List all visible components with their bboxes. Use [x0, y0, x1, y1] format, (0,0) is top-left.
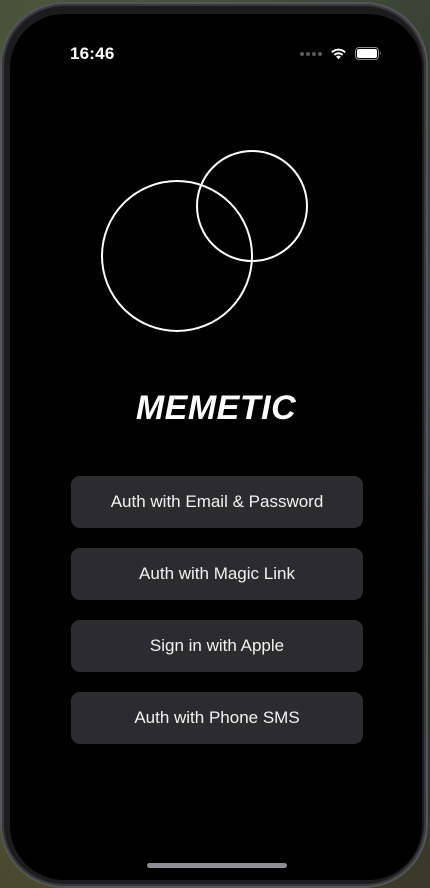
- auth-button-list: Auth with Email & Password Auth with Mag…: [71, 476, 363, 764]
- auth-phone-sms-button[interactable]: Auth with Phone SMS: [71, 692, 363, 744]
- auth-magic-link-button[interactable]: Auth with Magic Link: [71, 548, 363, 600]
- app-title: MEMETIC: [135, 389, 297, 427]
- auth-email-password-button[interactable]: Auth with Email & Password: [71, 476, 363, 528]
- app-screen: 16:46 MEMETIC Auth with Email & Password…: [10, 14, 422, 880]
- overlapping-circles-logo: [101, 150, 308, 332]
- device-frame: 16:46 MEMETIC Auth with Email & Password…: [2, 4, 426, 886]
- home-indicator[interactable]: [147, 863, 287, 868]
- sign-in-with-apple-button[interactable]: Sign in with Apple: [71, 620, 363, 672]
